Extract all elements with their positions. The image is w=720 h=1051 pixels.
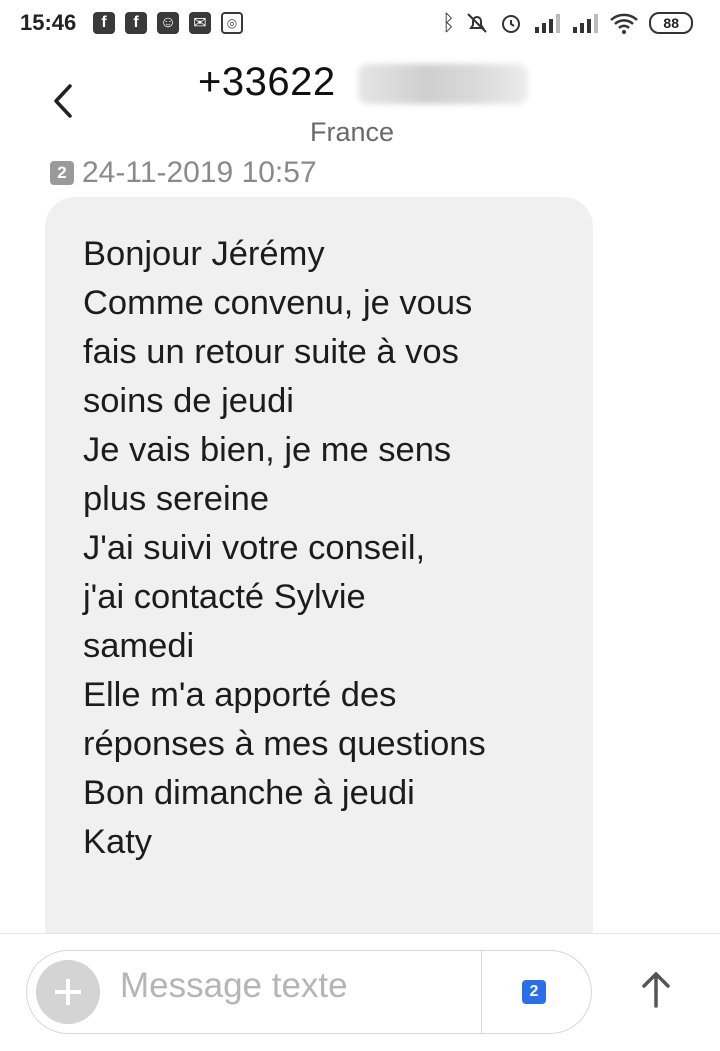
message-line: plus sereine xyxy=(83,480,270,518)
message-line: Elle m'a apporté des xyxy=(83,676,397,714)
facebook-icon: f xyxy=(93,12,115,34)
sim-card-icon: 2 xyxy=(50,161,74,185)
message-timestamp: 24-11-2019 10:57 xyxy=(82,156,317,189)
message-line: Je vais bien, je me sens xyxy=(83,431,452,469)
message-line: Comme convenu, je vous xyxy=(83,284,473,322)
system-icons: ᛒ 88 xyxy=(442,10,694,36)
face-icon: ☺ xyxy=(157,12,179,34)
contact-country: France xyxy=(310,117,395,147)
status-time: 15:46 xyxy=(20,10,77,35)
status-bar: 15:46 f f ☺ ✉ ◎ ᛒ 88 xyxy=(0,0,720,50)
mail-icon: ✉ xyxy=(189,12,211,34)
redacted-number-blur xyxy=(358,64,528,104)
message-line: Bon dimanche à jeudi xyxy=(83,774,415,812)
battery-indicator: 88 xyxy=(649,12,694,34)
notification-icons: f f ☺ ✉ ◎ xyxy=(93,12,243,34)
message-line: J'ai suivi votre conseil, xyxy=(83,529,426,567)
message-line: fais un retour suite à vos xyxy=(83,333,459,371)
bluetooth-icon: ᛒ xyxy=(442,10,456,35)
contact-number: +33622 xyxy=(198,60,336,104)
message-line: j'ai contacté Sylvie xyxy=(83,578,366,616)
back-arrow-icon[interactable] xyxy=(44,78,84,124)
notifications-off-icon xyxy=(467,13,487,33)
signal-icon xyxy=(535,14,561,33)
instagram-icon: ◎ xyxy=(221,12,243,34)
message-input[interactable]: Message texte xyxy=(120,966,348,1006)
wifi-icon xyxy=(610,13,639,34)
composer-divider xyxy=(481,951,482,1033)
sim-select-button[interactable]: 2 xyxy=(522,980,546,1004)
facebook-icon: f xyxy=(125,12,147,34)
message-line: Katy xyxy=(83,823,153,861)
message-text: Bonjour Jérémy Comme convenu, je vous fa… xyxy=(83,230,486,867)
message-line: réponses à mes questions xyxy=(83,725,486,763)
signal-icon xyxy=(573,14,599,33)
send-arrow-icon[interactable] xyxy=(636,968,676,1012)
add-attachment-button[interactable] xyxy=(36,960,100,1024)
message-line: Bonjour Jérémy xyxy=(83,235,325,273)
alarm-icon xyxy=(502,15,521,33)
message-line: samedi xyxy=(83,627,195,665)
message-line: soins de jeudi xyxy=(83,382,294,420)
